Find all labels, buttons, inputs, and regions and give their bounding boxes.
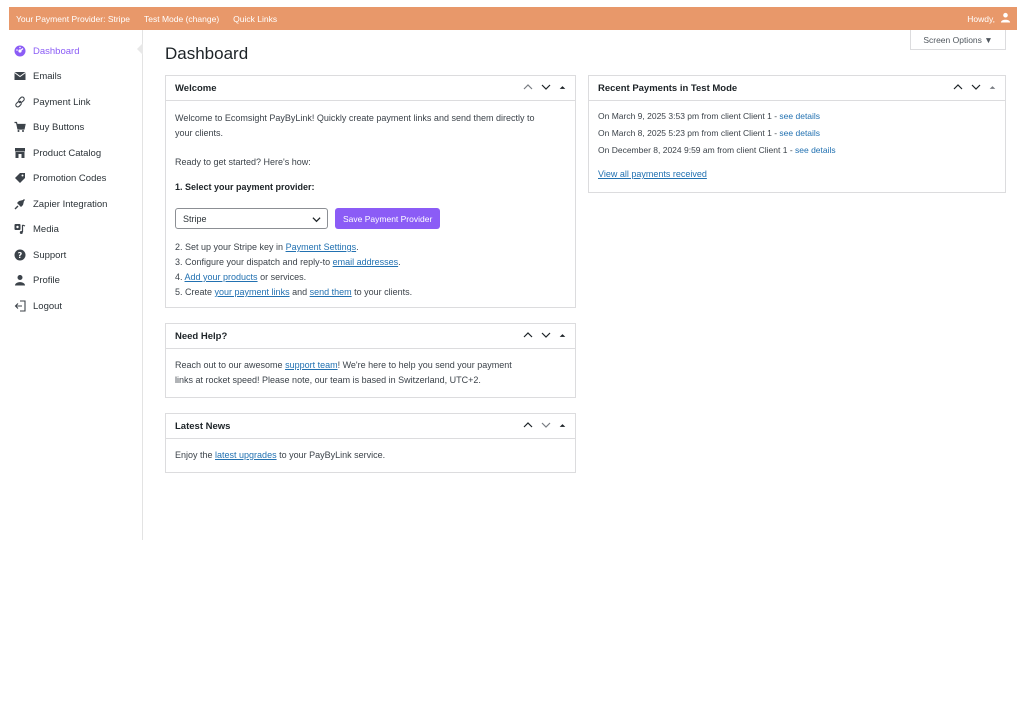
sidebar-item-label: Promotion Codes: [33, 172, 107, 184]
sidebar-item-label: Product Catalog: [33, 147, 102, 159]
payment-links-link[interactable]: your payment links: [215, 287, 290, 297]
sidebar-item-label: Support: [33, 249, 67, 261]
sidebar-item-zapier-integration[interactable]: Zapier Integration: [14, 197, 107, 211]
screen-options-button[interactable]: Screen Options ▼: [910, 30, 1006, 50]
payment-settings-link[interactable]: Payment Settings: [286, 242, 357, 252]
help-line1: Reach out to our awesome support team! W…: [175, 360, 512, 370]
sidebar: Dashboard Emails Payment Link Buy Button…: [9, 30, 143, 540]
collapse-toggle-icon[interactable]: [559, 421, 566, 432]
sidebar-item-payment-link[interactable]: Payment Link: [14, 95, 91, 109]
welcome-intro-line2: your clients.: [175, 128, 224, 138]
step1-label: 1. Select your payment provider:: [175, 182, 315, 192]
sidebar-item-profile[interactable]: Profile: [14, 273, 60, 287]
sidebar-item-logout[interactable]: Logout: [14, 299, 62, 313]
step4-line: 4. Add your products or services.: [175, 272, 307, 282]
howdy-label: Howdy,: [967, 13, 995, 24]
quick-links-menu[interactable]: Quick Links: [226, 14, 284, 24]
store-icon: [14, 147, 26, 159]
sidebar-item-label: Logout: [33, 300, 63, 312]
ready-text: Ready to get started? Here's how:: [175, 157, 311, 167]
move-down-icon[interactable]: [541, 330, 551, 343]
sidebar-item-promotion-codes[interactable]: Promotion Codes: [14, 171, 106, 185]
widget-title: Latest News: [175, 420, 231, 432]
sidebar-item-label: Payment Link: [33, 96, 91, 108]
latest-upgrades-link[interactable]: latest upgrades: [215, 450, 277, 460]
save-payment-provider-button[interactable]: Save Payment Provider: [335, 208, 441, 229]
move-up-icon[interactable]: [523, 82, 533, 95]
collapse-toggle-icon[interactable]: [989, 83, 996, 94]
welcome-widget: Welcome Welcome to Ecomsight PayByLink! …: [165, 75, 576, 308]
widget-header: Need Help?: [166, 324, 575, 349]
page-title: Dashboard: [165, 44, 249, 63]
see-details-link[interactable]: see details: [779, 111, 820, 121]
list-item: On March 8, 2025 5:23 pm from client Cli…: [598, 128, 821, 138]
see-details-link[interactable]: see details: [795, 145, 836, 155]
latest-news-widget: Latest News Enjoy the latest upgrades to…: [165, 413, 576, 473]
view-all-payments-link[interactable]: View all payments received: [598, 169, 707, 179]
sidebar-item-emails[interactable]: Emails: [14, 69, 62, 83]
support-team-link[interactable]: support team: [285, 360, 338, 370]
widget-title: Welcome: [175, 82, 217, 94]
need-help-widget: Need Help? Reach out to our awesome supp…: [165, 323, 576, 398]
step2-line: 2. Set up your Stripe key in Payment Set…: [175, 242, 359, 252]
help-line2: links at rocket speed! Please note, our …: [175, 375, 481, 385]
move-down-icon[interactable]: [541, 82, 551, 95]
test-mode-link[interactable]: Test Mode (change): [137, 14, 226, 24]
welcome-intro-line1: Welcome to Ecomsight PayByLink! Quickly …: [175, 113, 535, 123]
send-them-link[interactable]: send them: [310, 287, 352, 297]
sidebar-item-label: Zapier Integration: [33, 198, 108, 210]
sidebar-item-label: Profile: [33, 274, 60, 286]
sidebar-item-dashboard[interactable]: Dashboard: [14, 44, 79, 58]
help-icon: ?: [14, 249, 26, 261]
user-icon: [14, 274, 26, 286]
move-down-icon[interactable]: [971, 82, 981, 95]
widget-header: Latest News: [166, 414, 575, 439]
payment-provider-label[interactable]: Your Payment Provider: Stripe: [9, 14, 137, 24]
move-up-icon[interactable]: [523, 420, 533, 433]
media-icon: [14, 223, 26, 235]
sidebar-item-label: Dashboard: [33, 45, 80, 57]
move-up-icon[interactable]: [523, 330, 533, 343]
add-products-link[interactable]: Add your products: [185, 272, 258, 282]
see-details-link[interactable]: see details: [779, 128, 820, 138]
sidebar-item-support[interactable]: ? Support: [14, 248, 66, 262]
recent-payments-widget: Recent Payments in Test Mode On March 9,…: [588, 75, 1006, 193]
widget-title: Recent Payments in Test Mode: [598, 82, 738, 94]
widget-title: Need Help?: [175, 330, 228, 342]
logout-icon: [14, 300, 26, 312]
envelope-icon: [14, 70, 26, 82]
widget-header: Welcome: [166, 76, 575, 101]
sidebar-item-label: Buy Buttons: [33, 121, 85, 133]
svg-text:?: ?: [18, 251, 23, 260]
active-menu-pointer: [137, 43, 143, 55]
plugin-icon: [14, 198, 26, 210]
move-up-icon[interactable]: [953, 82, 963, 95]
link-icon: [14, 96, 26, 108]
sidebar-item-label: Emails: [33, 70, 62, 82]
sidebar-item-product-catalog[interactable]: Product Catalog: [14, 146, 101, 160]
list-item: On December 8, 2024 9:59 am from client …: [598, 145, 836, 155]
step5-line: 5. Create your payment links and send th…: [175, 287, 413, 297]
email-addresses-link[interactable]: email addresses: [333, 257, 399, 267]
dashboard-icon: [14, 45, 26, 57]
list-item: On March 9, 2025 3:53 pm from client Cli…: [598, 111, 821, 121]
top-admin-bar: Your Payment Provider: Stripe Test Mode …: [9, 7, 1017, 30]
cart-icon: [14, 121, 26, 133]
payment-provider-select[interactable]: Stripe: [175, 208, 328, 229]
news-line: Enjoy the latest upgrades to your PayByL…: [175, 450, 386, 460]
collapse-toggle-icon[interactable]: [559, 83, 566, 94]
sidebar-item-label: Media: [33, 223, 59, 235]
account-menu[interactable]: Howdy,: [967, 12, 1017, 25]
user-avatar-icon: [1000, 12, 1011, 25]
sidebar-item-media[interactable]: Media: [14, 222, 59, 236]
collapse-toggle-icon[interactable]: [559, 331, 566, 342]
payment-provider-value: Stripe: [183, 213, 207, 224]
step3-line: 3. Configure your dispatch and reply-to …: [175, 257, 401, 267]
tag-icon: [14, 172, 26, 184]
move-down-icon[interactable]: [541, 420, 551, 433]
chevron-down-icon: [312, 217, 321, 223]
sidebar-item-buy-buttons[interactable]: Buy Buttons: [14, 120, 84, 134]
widget-header: Recent Payments in Test Mode: [589, 76, 1005, 101]
